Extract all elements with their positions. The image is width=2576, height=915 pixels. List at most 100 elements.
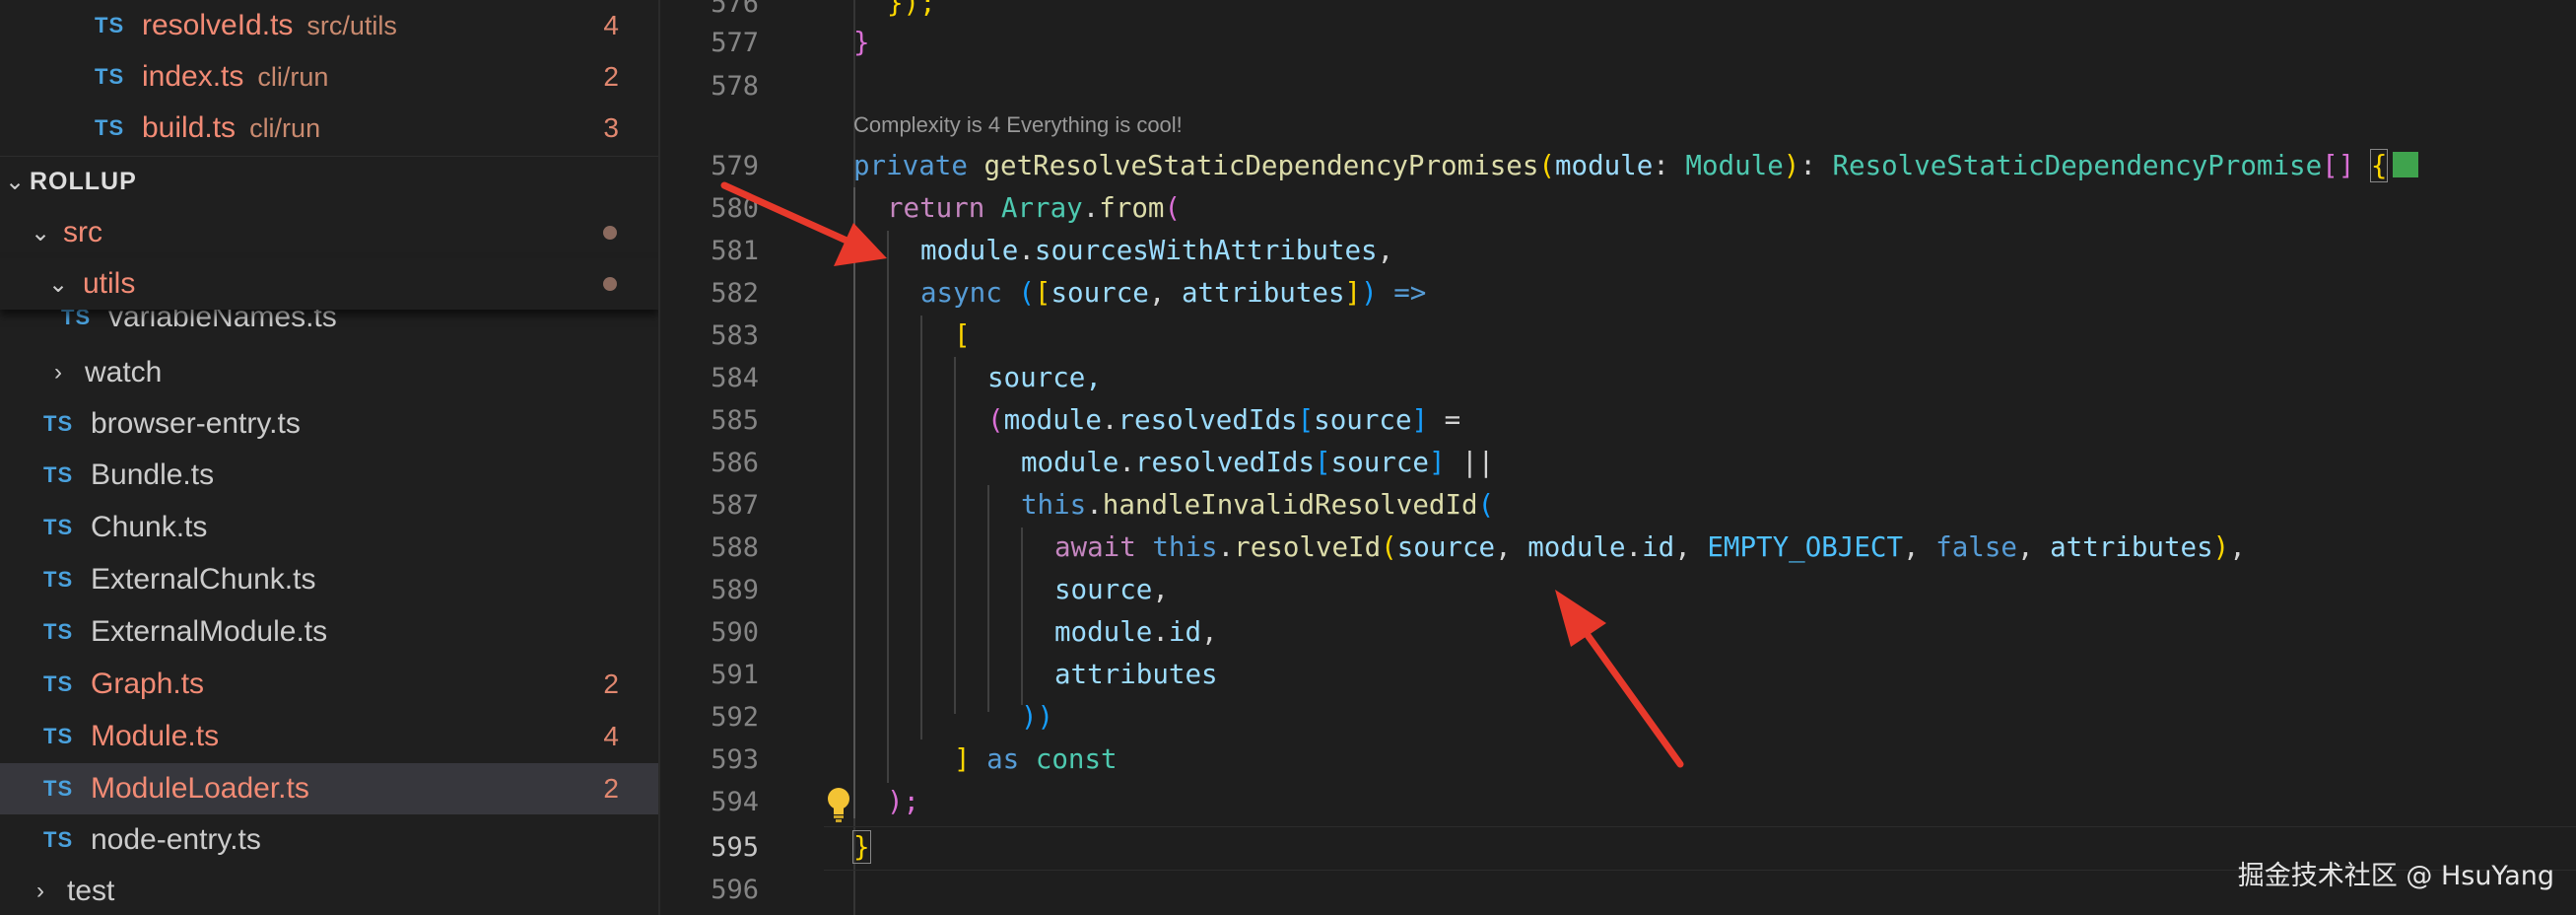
problem-count-badge: 3 xyxy=(603,112,619,143)
folder-name: watch xyxy=(85,356,163,388)
code-line[interactable]: await this.resolveId(source, module.id, … xyxy=(1054,527,2246,569)
code-line[interactable]: async ([source, attributes]) => xyxy=(920,272,1426,315)
folder-src[interactable]: ⌄ src xyxy=(0,207,658,258)
typescript-file-icon: TS xyxy=(43,776,74,801)
line-number: 592 xyxy=(711,702,759,733)
code-line[interactable]: source, xyxy=(987,357,1102,399)
code-line-active[interactable]: } xyxy=(852,826,871,869)
chevron-down-icon: ⌄ xyxy=(30,219,51,246)
code-line[interactable]: private getResolveStaticDependencyPromis… xyxy=(853,145,2419,187)
file-name: ExternalChunk.ts xyxy=(91,563,316,596)
indent-guide xyxy=(987,485,989,712)
color-square-icon xyxy=(2393,152,2419,177)
folder-name: src xyxy=(63,216,102,248)
code-line[interactable]: attributes xyxy=(1054,654,1218,696)
code-line[interactable]: ); xyxy=(887,781,919,823)
indent-guide xyxy=(887,231,889,783)
problem-count-badge: 2 xyxy=(603,773,619,804)
file-name: resolveId.ts xyxy=(142,9,294,41)
code-line[interactable]: module.resolvedIds[source] || xyxy=(1021,442,1494,484)
file-item[interactable]: TS Graph.ts 2 xyxy=(0,659,658,710)
changed-file-item[interactable]: TS resolveId.ts src/utils 4 xyxy=(0,0,658,51)
indent-guide xyxy=(954,357,956,714)
typescript-file-icon: TS xyxy=(43,619,74,644)
codelens-complexity[interactable]: Complexity is 4 Everything is cool! xyxy=(853,112,1183,138)
line-number: 584 xyxy=(711,363,759,393)
line-number: 589 xyxy=(711,575,759,605)
typescript-file-icon: TS xyxy=(43,515,74,539)
file-name: browser-entry.ts xyxy=(91,407,301,440)
line-number-active: 595 xyxy=(711,832,759,863)
file-name: Graph.ts xyxy=(91,668,205,700)
file-item-selected[interactable]: TS ModuleLoader.ts 2 xyxy=(0,763,658,814)
file-item[interactable]: TS Bundle.ts xyxy=(0,450,658,501)
file-item[interactable]: TS ExternalModule.ts xyxy=(0,606,658,658)
code-line[interactable]: this.handleInvalidResolvedId( xyxy=(1021,484,1494,527)
file-item[interactable]: TS node-entry.ts xyxy=(0,814,658,866)
file-name: Bundle.ts xyxy=(91,458,215,491)
folder-test[interactable]: › test xyxy=(0,866,658,915)
file-name: Chunk.ts xyxy=(91,511,208,543)
file-item[interactable]: TS browser-entry.ts xyxy=(0,398,658,450)
line-number: 578 xyxy=(711,71,759,102)
code-line[interactable]: } xyxy=(853,22,870,64)
file-name: ExternalModule.ts xyxy=(91,615,328,648)
line-number: 586 xyxy=(711,448,759,478)
code-line[interactable]: }); xyxy=(887,0,936,25)
code-line[interactable]: source, xyxy=(1054,569,1169,611)
line-number: 587 xyxy=(711,490,759,521)
folder-name: utils xyxy=(83,267,136,300)
problem-count-badge: 4 xyxy=(603,721,619,751)
indent-guide xyxy=(1021,528,1023,705)
file-name: node-entry.ts xyxy=(91,823,261,856)
lightbulb-icon[interactable] xyxy=(824,785,853,824)
code-line[interactable]: (module.resolvedIds[source] = xyxy=(987,399,1460,442)
file-name: index.ts xyxy=(142,60,244,93)
folder-watch[interactable]: › watch xyxy=(0,347,658,398)
changed-file-item[interactable]: TS build.ts cli/run 3 xyxy=(0,103,658,154)
file-path: cli/run xyxy=(257,61,329,92)
modified-dot-icon xyxy=(603,277,617,291)
file-name: Module.ts xyxy=(91,720,220,752)
line-number: 580 xyxy=(711,193,759,224)
code-line[interactable]: module.id, xyxy=(1054,611,1218,654)
line-number: 581 xyxy=(711,236,759,266)
typescript-file-icon: TS xyxy=(95,64,125,89)
file-path: src/utils xyxy=(306,10,397,40)
folder-utils[interactable]: ⌄ utils xyxy=(0,258,658,310)
line-number: 579 xyxy=(711,151,759,181)
problem-count-badge: 2 xyxy=(603,61,619,92)
code-line[interactable]: return Array.from( xyxy=(887,187,1181,230)
chevron-down-icon: ⌄ xyxy=(4,169,26,195)
indent-guide xyxy=(920,316,922,739)
file-item[interactable]: TS Chunk.ts xyxy=(0,502,658,553)
code-line[interactable]: module.sourcesWithAttributes, xyxy=(920,230,1393,272)
code-line[interactable]: )) xyxy=(1021,696,1053,739)
line-number: 596 xyxy=(711,875,759,905)
rollup-section-header[interactable]: ⌄ ROLLUP xyxy=(0,156,658,207)
code-line[interactable]: ] as const xyxy=(954,739,1118,781)
file-name: ModuleLoader.ts xyxy=(91,772,309,805)
line-number: 593 xyxy=(711,744,759,775)
watermark-text: 掘金技术社区 @ HsuYang xyxy=(2237,861,2554,891)
changed-file-item[interactable]: TS index.ts cli/run 2 xyxy=(0,51,658,103)
problem-count-badge: 2 xyxy=(603,669,619,699)
explorer-sidebar: TS resolveId.ts src/utils 4 TS index.ts … xyxy=(0,0,660,915)
typescript-file-icon: TS xyxy=(95,13,125,37)
file-name: build.ts xyxy=(142,111,237,144)
typescript-file-icon: TS xyxy=(43,724,74,748)
file-item[interactable]: TS Module.ts 4 xyxy=(0,711,658,762)
file-item[interactable]: TS ExternalChunk.ts xyxy=(0,554,658,605)
typescript-file-icon: TS xyxy=(95,115,125,140)
indent-guide-active xyxy=(853,187,855,818)
problem-count-badge: 4 xyxy=(603,10,619,40)
section-title: ROLLUP xyxy=(30,168,137,195)
file-path: cli/run xyxy=(249,112,321,143)
typescript-file-icon: TS xyxy=(43,411,74,436)
code-editor[interactable]: 576 577 578 579 580 581 582 583 584 585 … xyxy=(660,0,2576,915)
typescript-file-icon: TS xyxy=(43,567,74,592)
code-line[interactable]: [ xyxy=(954,315,971,357)
line-number: 583 xyxy=(711,320,759,351)
chevron-right-icon: › xyxy=(36,878,44,904)
folder-name: test xyxy=(67,875,115,907)
